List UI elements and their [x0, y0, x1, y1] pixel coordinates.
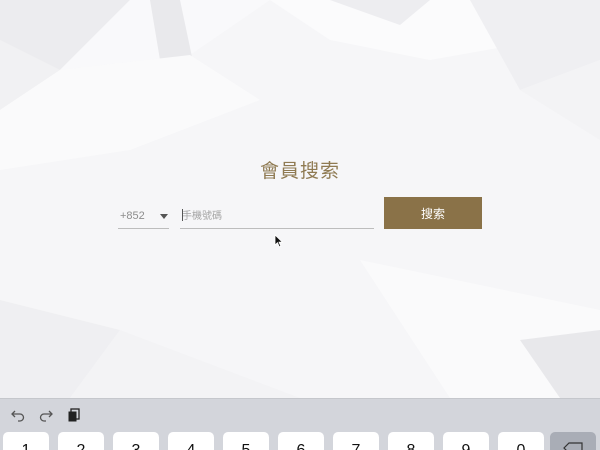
phone-field[interactable] — [180, 204, 374, 229]
search-button[interactable]: 搜索 — [384, 197, 482, 229]
key-8[interactable]: 8 — [388, 432, 434, 450]
background-pattern — [0, 0, 600, 398]
key-7[interactable]: 7 — [333, 432, 379, 450]
delete-key[interactable] — [550, 432, 596, 450]
key-6[interactable]: 6 — [278, 432, 324, 450]
key-4[interactable]: 4 — [168, 432, 214, 450]
text-cursor — [182, 209, 183, 221]
key-2[interactable]: 2 — [58, 432, 104, 450]
key-0[interactable]: 0 — [498, 432, 544, 450]
key-5[interactable]: 5 — [223, 432, 269, 450]
mouse-pointer-icon — [274, 234, 284, 248]
undo-icon[interactable] — [10, 407, 26, 423]
chevron-down-icon — [160, 213, 168, 219]
redo-icon[interactable] — [38, 407, 54, 423]
country-code-select[interactable]: +852 — [118, 204, 169, 229]
page-title: 會員搜索 — [259, 160, 340, 182]
paste-icon[interactable] — [66, 407, 82, 423]
delete-icon — [563, 442, 583, 450]
country-code-value: +852 — [120, 210, 145, 222]
key-9[interactable]: 9 — [443, 432, 489, 450]
key-3[interactable]: 3 — [113, 432, 159, 450]
on-screen-keyboard: 1234567890 — [0, 398, 600, 450]
key-1[interactable]: 1 — [3, 432, 49, 450]
phone-input[interactable] — [180, 206, 374, 226]
keyboard-toolbar — [10, 407, 82, 423]
